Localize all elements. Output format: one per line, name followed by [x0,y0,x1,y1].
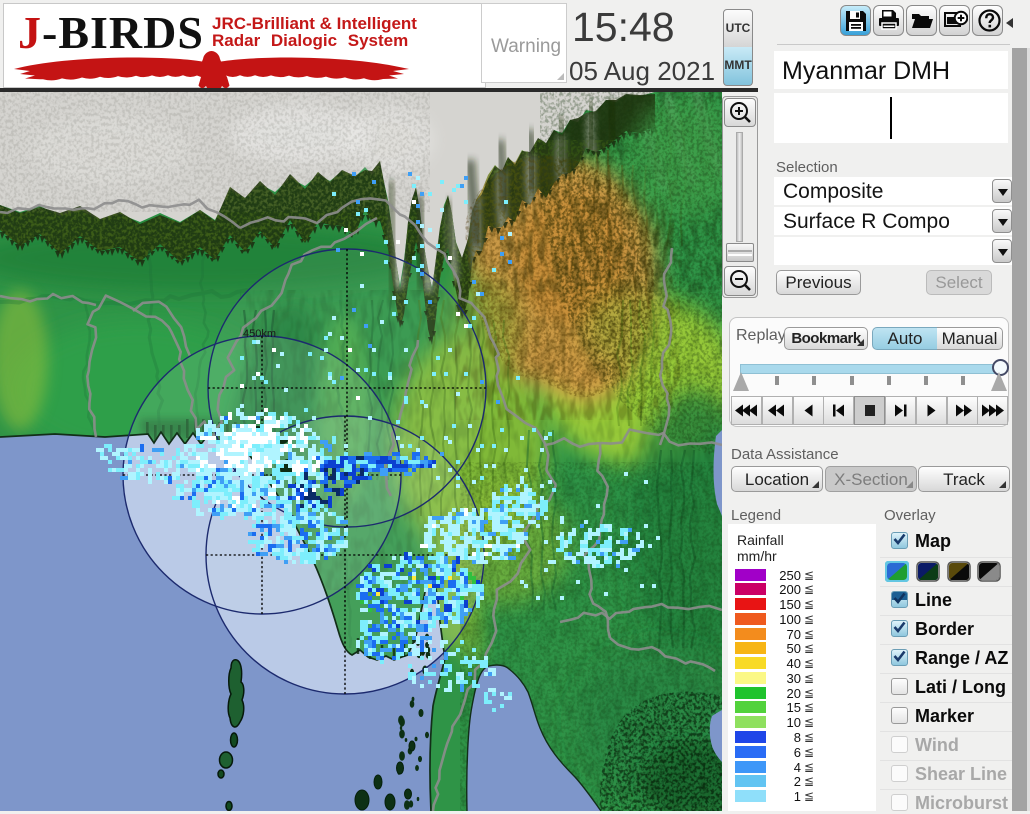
svg-text:450km: 450km [243,328,276,340]
